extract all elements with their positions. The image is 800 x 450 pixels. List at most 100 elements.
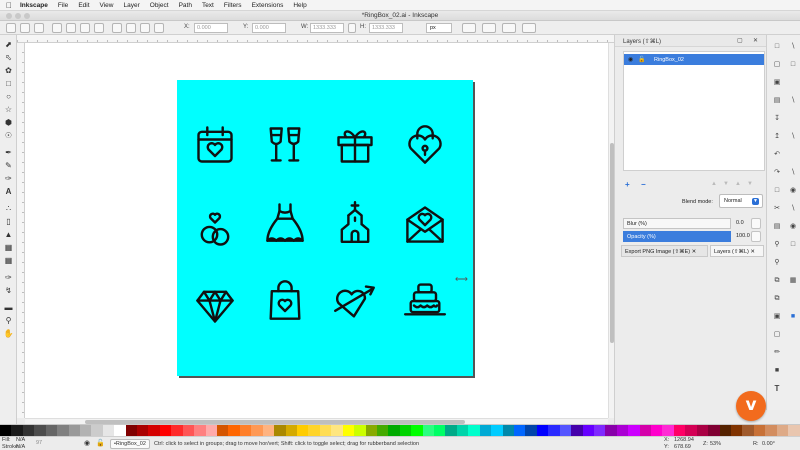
connector-tool-icon[interactable]: ↯: [3, 285, 14, 296]
move-gradients-button[interactable]: [502, 23, 516, 33]
cut-icon[interactable]: ✂: [773, 205, 781, 213]
select-all-button[interactable]: [6, 23, 16, 33]
open-icon[interactable]: ▢: [773, 61, 781, 69]
clone-icon[interactable]: ⧉: [773, 295, 781, 303]
box3d-tool-icon[interactable]: ⬢: [3, 117, 14, 128]
text-dialog-icon[interactable]: T: [773, 385, 781, 393]
snap-grid-icon[interactable]: ▦: [789, 277, 797, 285]
move-patterns-button[interactable]: [522, 23, 536, 33]
save-icon[interactable]: ▣: [773, 79, 781, 87]
close-icon[interactable]: ✕: [750, 249, 755, 255]
remove-layer-button[interactable]: −: [641, 180, 646, 189]
stroke-value[interactable]: N/A: [16, 444, 25, 450]
visibility-eye-icon[interactable]: ◉: [84, 439, 90, 447]
calendar-heart-icon[interactable]: [193, 123, 237, 167]
star-tool-icon[interactable]: ☆: [3, 104, 14, 115]
opacity-value[interactable]: 100.0: [736, 233, 750, 239]
menu-view[interactable]: View: [100, 2, 114, 9]
eye-icon[interactable]: ◉: [628, 56, 633, 63]
layer-bottom-icon[interactable]: ▼: [747, 181, 753, 187]
snap-guide-icon[interactable]: ■: [789, 313, 797, 321]
selector-tool-icon[interactable]: ⬈: [3, 39, 14, 50]
text-font-icon[interactable]: ■: [773, 367, 781, 375]
wedding-cake-icon[interactable]: [403, 278, 447, 322]
h-input[interactable]: 1333.333: [369, 23, 403, 33]
lower-to-bottom-button[interactable]: [154, 23, 164, 33]
snap-page-icon[interactable]: □: [789, 241, 797, 249]
heart-padlock-icon[interactable]: [403, 123, 447, 167]
love-letter-icon[interactable]: [403, 202, 447, 246]
close-icon[interactable]: ✕: [692, 249, 697, 255]
add-layer-button[interactable]: +: [625, 180, 630, 189]
group-icon[interactable]: ▣: [773, 313, 781, 321]
bucket-tool-icon[interactable]: ▲: [3, 229, 14, 240]
new-document-icon[interactable]: □: [773, 43, 781, 51]
w-input[interactable]: 1333.333: [310, 23, 344, 33]
opacity-spinner[interactable]: [751, 231, 761, 242]
pen-tool-icon[interactable]: ✒: [3, 147, 14, 158]
color-palette[interactable]: [0, 424, 800, 437]
x-input[interactable]: 0.000: [194, 23, 228, 33]
lock-ratio-button[interactable]: [348, 23, 356, 33]
chapel-icon[interactable]: [333, 200, 377, 244]
blur-slider[interactable]: Blur (%): [623, 218, 731, 229]
heart-arrow-icon[interactable]: [333, 280, 377, 324]
tab-export-png[interactable]: Export PNG Image (⇧⌘E) ✕: [621, 245, 708, 257]
flip-vertical-button[interactable]: [94, 23, 104, 33]
zoom-selection-icon[interactable]: ⚲: [773, 241, 781, 249]
lower-layer-icon[interactable]: ▼: [723, 181, 729, 187]
wedding-dress-icon[interactable]: [263, 200, 307, 244]
champagne-glasses-icon[interactable]: [263, 123, 307, 167]
menu-app-name[interactable]: Inkscape: [20, 2, 48, 9]
layer-row[interactable]: ◉ 🔓 RingBox_02: [624, 54, 764, 65]
gift-box-icon[interactable]: [333, 123, 377, 167]
hand-tool-icon[interactable]: ✋: [3, 328, 14, 339]
scale-stroke-button[interactable]: [462, 23, 476, 33]
menu-path[interactable]: Path: [179, 2, 192, 9]
y-input[interactable]: 0.000: [252, 23, 286, 33]
menu-text[interactable]: Text: [202, 2, 214, 9]
tweak-tool-icon[interactable]: ✿: [3, 65, 14, 76]
snap-centers-icon[interactable]: ◉: [789, 223, 797, 231]
tab-layers[interactable]: Layers (⇧⌘L) ✕: [710, 245, 764, 257]
blend-mode-select[interactable]: Normal ▼: [719, 194, 763, 208]
horizontal-ruler[interactable]: [17, 35, 614, 43]
redo-icon[interactable]: ↷: [773, 169, 781, 177]
pencil-tool-icon[interactable]: ✎: [3, 160, 14, 171]
text-tool-icon[interactable]: A: [3, 186, 14, 197]
raise-button[interactable]: [126, 23, 136, 33]
opacity-field[interactable]: 97: [36, 440, 42, 446]
snap-nodes-icon[interactable]: ∖: [789, 97, 797, 105]
snap-bbox-icon[interactable]: □: [789, 61, 797, 69]
duplicate-icon[interactable]: ⧉: [773, 277, 781, 285]
import-icon[interactable]: ↧: [773, 115, 781, 123]
opacity-slider[interactable]: Opacity (%): [623, 231, 731, 242]
undo-icon[interactable]: ↶: [773, 151, 781, 159]
zoom-drawing-icon[interactable]: ⚲: [773, 259, 781, 267]
scale-corners-button[interactable]: [482, 23, 496, 33]
measure-tool-icon[interactable]: ▬: [3, 302, 14, 313]
print-icon[interactable]: ▤: [773, 97, 781, 105]
snap-paths-icon[interactable]: ∖: [789, 133, 797, 141]
rings-icon[interactable]: [193, 206, 237, 250]
unit-select[interactable]: px: [426, 23, 452, 33]
snap-smooth-nodes-icon[interactable]: ◉: [789, 187, 797, 195]
snap-toggle-icon[interactable]: ∖: [789, 43, 797, 51]
current-layer-select[interactable]: •RingBox_02: [110, 439, 150, 449]
zoom-tool-icon[interactable]: ⚲: [3, 315, 14, 326]
canvas[interactable]: ⟷: [25, 43, 608, 418]
menu-edit[interactable]: Edit: [78, 2, 89, 9]
menu-object[interactable]: Object: [150, 2, 169, 9]
lock-icon[interactable]: 🔓: [638, 56, 645, 63]
blur-spinner[interactable]: [751, 218, 761, 229]
panel-iconify-icon[interactable]: ▢: [737, 37, 743, 44]
artboard[interactable]: [177, 80, 473, 376]
zoom-value[interactable]: 53%: [710, 441, 721, 447]
panel-close-icon[interactable]: ✕: [753, 37, 758, 44]
spiral-tool-icon[interactable]: ☉: [3, 130, 14, 141]
shopping-bag-heart-icon[interactable]: [263, 278, 307, 322]
node-tool-icon[interactable]: ⬁: [3, 52, 14, 63]
rectangle-tool-icon[interactable]: □: [3, 78, 14, 89]
menu-file[interactable]: File: [58, 2, 68, 9]
snap-intersections-icon[interactable]: ∖: [789, 169, 797, 177]
